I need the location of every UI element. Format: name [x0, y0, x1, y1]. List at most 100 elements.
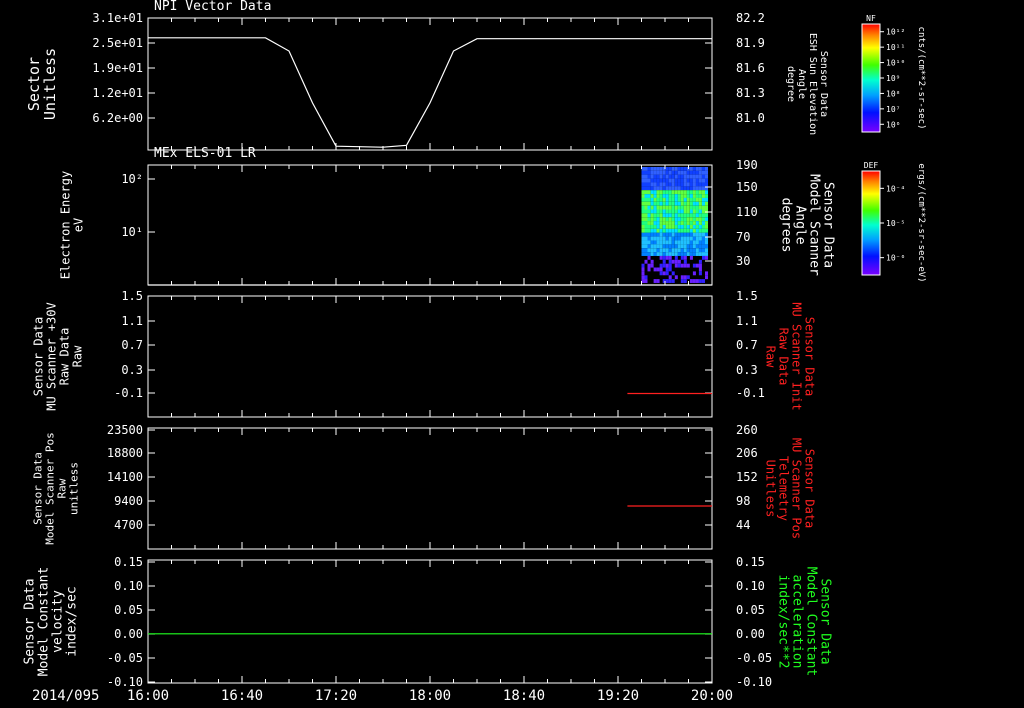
heatmap-cell — [644, 190, 648, 195]
heatmap-cell — [653, 232, 657, 237]
heatmap-cell — [662, 170, 666, 175]
heatmap-cell — [644, 275, 648, 280]
heatmap-cell — [695, 244, 699, 249]
heatmap-cell — [662, 236, 666, 241]
y-right-tick-label: -0.1 — [736, 386, 765, 400]
heatmap-cell — [705, 221, 709, 225]
heatmap-cell — [659, 209, 663, 214]
heatmap-cell — [683, 174, 687, 179]
y-right-tick-label: 81.6 — [736, 61, 765, 75]
left-ylabel-line: MU Scanner +30V — [45, 302, 59, 410]
heatmap-cell — [665, 225, 669, 229]
panel-5: 0.15 0.10 0.05 0.00 -0.05 -0.10 0.15 0.10 0.05 0.… — [22, 555, 832, 689]
heatmap-cell — [689, 167, 693, 171]
heatmap-cell — [677, 194, 681, 198]
panel-1: 3.1e+01 2.5e+01 1.9e+01 1.2e+01 6.2e+00 82.2 8… — [25, 0, 829, 151]
heatmap-cell — [665, 170, 669, 175]
heatmap-cell — [686, 240, 690, 245]
heatmap-cell — [644, 279, 648, 283]
heatmap-cell — [650, 190, 654, 195]
y-right-tick-label: 110 — [736, 205, 758, 219]
heatmap-cell — [686, 209, 690, 214]
heatmap-cell — [650, 263, 654, 268]
heatmap-cell — [698, 170, 702, 175]
y-tick-label: 2.5e+01 — [92, 36, 143, 50]
heatmap-cell — [702, 228, 706, 233]
heatmap-cell — [695, 182, 699, 187]
heatmap-cell — [680, 221, 684, 225]
heatmap-cell — [683, 190, 687, 195]
heatmap-cell — [656, 201, 660, 206]
y-right-tick-label: 30 — [736, 254, 750, 268]
left-ylabel-line: Sensor Data — [32, 317, 46, 396]
heatmap-cell — [653, 228, 657, 233]
heatmap-cell — [668, 182, 672, 187]
heatmap-cell — [680, 232, 684, 237]
heatmap-cell — [702, 186, 706, 191]
colorbar-unit-label: cnts/(cm**2-sr-sec) — [916, 27, 926, 130]
heatmap-cell — [665, 263, 669, 268]
heatmap-cell — [662, 217, 666, 222]
heatmap-cell — [671, 186, 675, 191]
heatmap-cell — [705, 201, 709, 206]
heatmap-cell — [683, 275, 687, 280]
heatmap-cell — [683, 197, 687, 202]
heatmap-cell — [671, 178, 675, 183]
heatmap-cell — [662, 221, 666, 225]
right-ylabel-line: Sensor Data — [803, 317, 817, 396]
heatmap-cell — [668, 205, 672, 210]
heatmap-cell — [641, 186, 645, 191]
heatmap-cell — [656, 178, 660, 183]
left-ylabel: Sensor Data MU Scanner +30V Raw Data Raw — [32, 302, 85, 410]
heatmap-cell — [662, 213, 666, 218]
heatmap-cell — [659, 255, 663, 260]
y-right-tick-label: 0.05 — [736, 603, 765, 617]
heatmap-cell — [662, 255, 666, 260]
right-ylabel: Sensor DataModel ScannerAngledegrees — [779, 174, 836, 276]
heatmap-cell — [656, 252, 660, 256]
heatmap-cell — [683, 170, 687, 175]
heatmap-cell — [674, 221, 678, 225]
heatmap-cell — [644, 228, 648, 233]
heatmap-cell — [680, 275, 684, 280]
heatmap-cell — [641, 275, 645, 280]
heatmap-cell — [702, 240, 706, 245]
heatmap-cell — [698, 213, 702, 218]
heatmap-cell — [659, 213, 663, 218]
heatmap-cell — [656, 248, 660, 253]
heatmap-cell — [698, 205, 702, 210]
heatmap-cell — [674, 275, 678, 280]
heatmap-cell — [647, 225, 651, 229]
heatmap-cell — [662, 271, 666, 276]
heatmap-cell — [653, 267, 657, 272]
heatmap-cell — [689, 182, 693, 187]
right-ylabel-line: Angle — [796, 69, 807, 99]
heatmap-cell — [692, 232, 696, 237]
heatmap-cell — [674, 190, 678, 195]
heatmap-cell — [680, 190, 684, 195]
heatmap-cell — [689, 178, 693, 183]
heatmap-cell — [668, 240, 672, 245]
right-ylabel-line: Sensor Data — [803, 449, 817, 528]
y-tick-label: 18800 — [107, 446, 143, 460]
heatmap-cell — [668, 170, 672, 175]
heatmap-cell — [650, 186, 654, 191]
heatmap-cell — [705, 275, 709, 280]
heatmap-cell — [680, 186, 684, 191]
y-tick-label: 4700 — [114, 518, 143, 532]
heatmap-cell — [668, 252, 672, 256]
heatmap-cell — [674, 197, 678, 202]
heatmap-cell — [662, 248, 666, 253]
heatmap-cell — [668, 217, 672, 222]
heatmap-cell — [644, 209, 648, 214]
heatmap-cell — [692, 217, 696, 222]
y-tick-label: 0.05 — [114, 603, 143, 617]
heatmap-cell — [641, 182, 645, 187]
heatmap-cell — [662, 244, 666, 249]
colorbars-layer: NF 10¹² 10¹¹ 10¹⁰ 10⁹ 10⁸ 10⁷ 10⁶ cnts/(cm**2-sr… — [861, 14, 926, 283]
heatmap-cell — [647, 236, 651, 241]
heatmap-cell — [698, 244, 702, 249]
heatmap-cell — [705, 244, 709, 249]
heatmap-cell — [686, 182, 690, 187]
heatmap-cell — [680, 197, 684, 202]
